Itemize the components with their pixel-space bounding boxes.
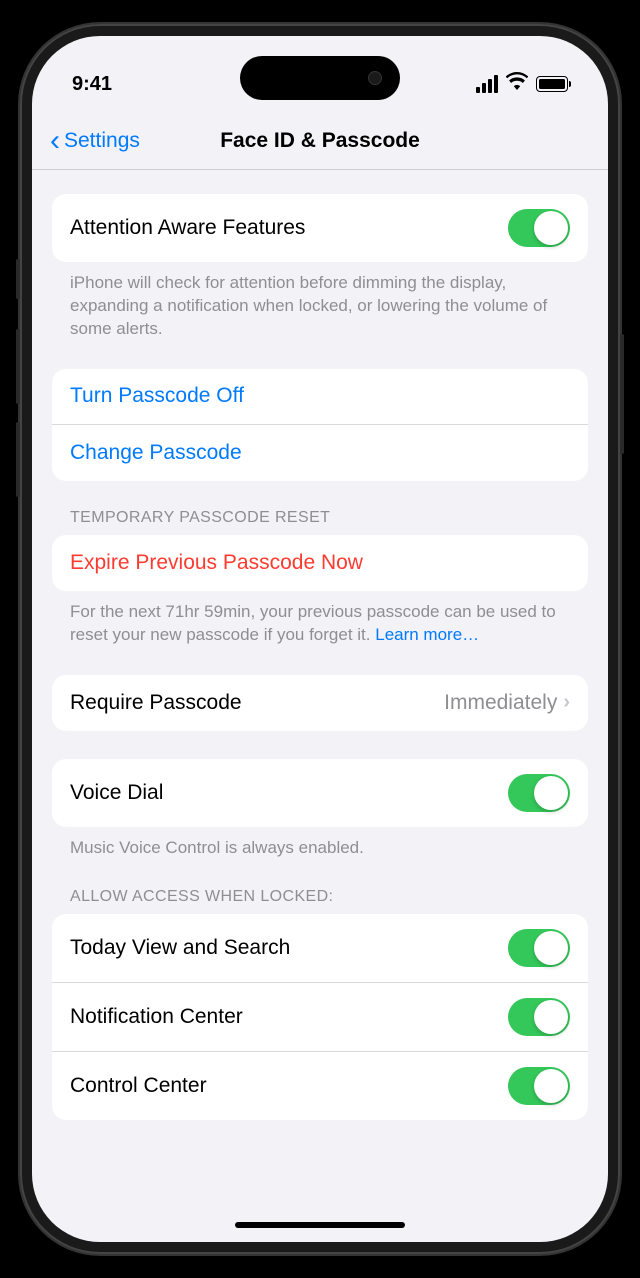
voice-dial-toggle[interactable]	[508, 774, 570, 812]
screen: 9:41 ‹ Settings Face ID & Passcode	[32, 36, 608, 1242]
back-button[interactable]: ‹ Settings	[50, 126, 140, 156]
temp-reset-header: TEMPORARY PASSCODE RESET	[52, 509, 588, 535]
require-passcode-label: Require Passcode	[70, 691, 242, 715]
back-label: Settings	[64, 129, 140, 153]
voice-dial-footer: Music Voice Control is always enabled.	[52, 827, 588, 860]
chevron-left-icon: ‹	[50, 126, 60, 156]
expire-passcode-label: Expire Previous Passcode Now	[70, 551, 363, 575]
turn-passcode-off-label: Turn Passcode Off	[70, 384, 244, 408]
voice-dial-label: Voice Dial	[70, 781, 163, 805]
notification-center-toggle[interactable]	[508, 998, 570, 1036]
require-passcode-row[interactable]: Require Passcode Immediately ›	[52, 675, 588, 731]
control-center-row: Control Center	[52, 1052, 588, 1120]
change-passcode-button[interactable]: Change Passcode	[52, 425, 588, 481]
dynamic-island	[240, 56, 400, 100]
turn-passcode-off-button[interactable]: Turn Passcode Off	[52, 369, 588, 425]
change-passcode-label: Change Passcode	[70, 441, 242, 465]
phone-frame: 9:41 ‹ Settings Face ID & Passcode	[20, 24, 620, 1254]
chevron-right-icon: ›	[563, 691, 570, 714]
today-view-label: Today View and Search	[70, 936, 290, 960]
require-passcode-value: Immediately	[444, 691, 557, 715]
today-view-toggle[interactable]	[508, 929, 570, 967]
expire-passcode-button[interactable]: Expire Previous Passcode Now	[52, 535, 588, 591]
allow-access-header: ALLOW ACCESS WHEN LOCKED:	[52, 888, 588, 914]
side-button-right	[620, 334, 624, 454]
camera-dot	[368, 71, 382, 85]
attention-aware-row: Attention Aware Features	[52, 194, 588, 262]
learn-more-link[interactable]: Learn more…	[375, 625, 479, 644]
settings-content[interactable]: Attention Aware Features iPhone will che…	[32, 170, 608, 1242]
cellular-icon	[476, 75, 498, 93]
control-center-label: Control Center	[70, 1074, 207, 1098]
status-time: 9:41	[72, 73, 112, 96]
page-title: Face ID & Passcode	[220, 129, 420, 153]
today-view-row: Today View and Search	[52, 914, 588, 983]
home-indicator[interactable]	[235, 1222, 405, 1228]
temp-reset-footer: For the next 71hr 59min, your previous p…	[52, 591, 588, 647]
attention-aware-toggle[interactable]	[508, 209, 570, 247]
control-center-toggle[interactable]	[508, 1067, 570, 1105]
voice-dial-row: Voice Dial	[52, 759, 588, 827]
battery-icon	[536, 76, 568, 92]
notification-center-label: Notification Center	[70, 1005, 243, 1029]
navigation-bar: ‹ Settings Face ID & Passcode	[32, 112, 608, 170]
side-buttons-left	[16, 259, 20, 527]
notification-center-row: Notification Center	[52, 983, 588, 1052]
attention-aware-label: Attention Aware Features	[70, 216, 305, 240]
wifi-icon	[506, 72, 528, 96]
attention-aware-footer: iPhone will check for attention before d…	[52, 262, 588, 341]
